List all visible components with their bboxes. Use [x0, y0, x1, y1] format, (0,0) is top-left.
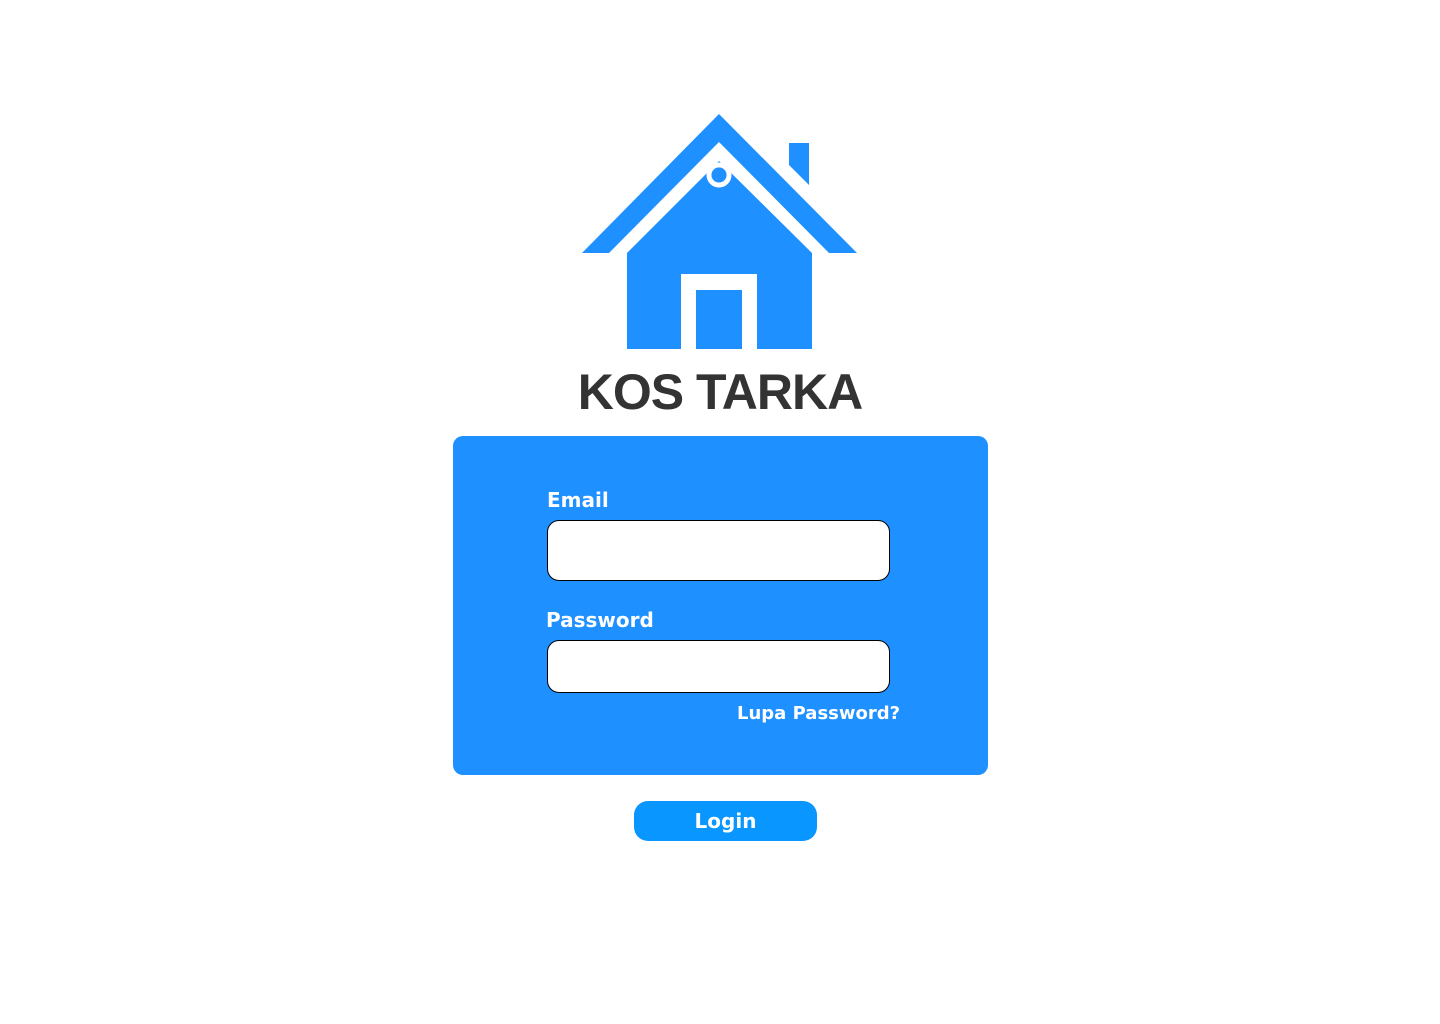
email-field[interactable] — [547, 520, 890, 581]
email-label: Email — [547, 488, 609, 512]
login-button[interactable]: Login — [634, 801, 817, 841]
house-icon — [582, 114, 857, 349]
brand-name: KOS TARKA — [577, 364, 864, 420]
forgot-password-link[interactable]: Lupa Password? — [737, 703, 900, 725]
password-field[interactable] — [547, 640, 890, 693]
password-label: Password — [546, 608, 654, 632]
login-card — [453, 436, 988, 775]
